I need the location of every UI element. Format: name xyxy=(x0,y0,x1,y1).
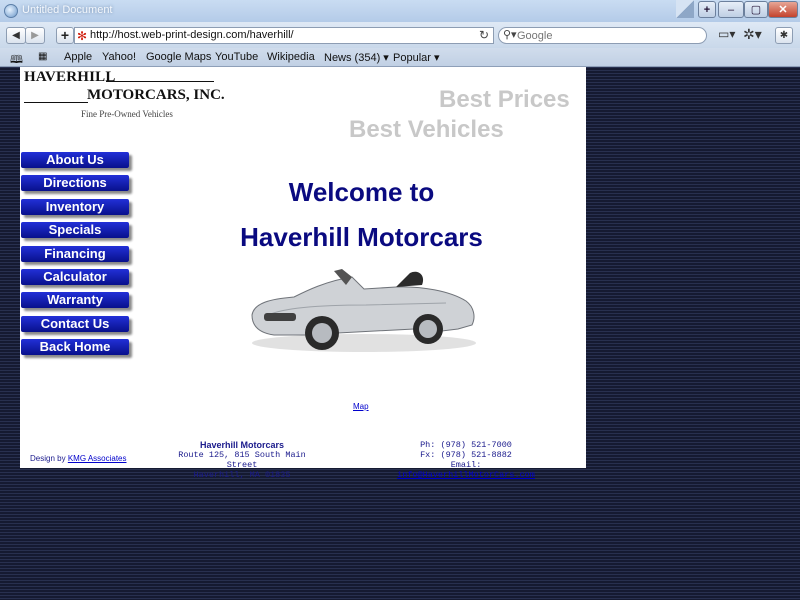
footer-design-credit: Design by KMG Associates xyxy=(30,454,127,463)
page-curl-icon[interactable] xyxy=(676,0,694,18)
nav-contact-us[interactable]: Contact Us xyxy=(21,316,129,332)
browser-toolbar: ◀ ▶ + ✻ http://host.web-print-design.com… xyxy=(0,22,800,48)
search-icon: ⚲▾ xyxy=(503,29,517,41)
design-credit-prefix: Design by xyxy=(30,454,66,463)
logo-line2: MOTORCARS, INC. xyxy=(87,87,225,103)
reload-icon[interactable]: ↻ xyxy=(479,28,489,42)
footer-email-label: Email: xyxy=(450,460,482,470)
bookmark-news[interactable]: News (354) ▾ xyxy=(324,51,389,64)
page-viewport: HAVERHILL MOTORCARS, INC. Fine Pre-Owned… xyxy=(0,67,800,600)
bookmarks-bar: 🕮 ▦ Apple Yahoo! Google Maps YouTube Wik… xyxy=(0,48,800,67)
bookmark-google-maps[interactable]: Google Maps xyxy=(146,51,211,63)
logo-line1: HAVERHILL xyxy=(24,69,116,85)
footer-fax: Fx: (978) 521-8882 xyxy=(420,450,512,460)
window-title: Untitled Document xyxy=(22,4,113,16)
settings-gear-icon[interactable]: ✲▾ xyxy=(743,26,762,43)
back-button[interactable]: ◀ xyxy=(6,27,26,44)
nav-warranty[interactable]: Warranty xyxy=(21,292,129,308)
bookmark-wikipedia[interactable]: Wikipedia xyxy=(267,51,315,63)
footer-city: Haverhill, MA 01835 xyxy=(193,470,291,480)
top-sites-icon[interactable]: ▦ xyxy=(38,51,47,62)
bookmark-apple[interactable]: Apple xyxy=(64,51,92,63)
forward-button[interactable]: ▶ xyxy=(25,27,45,44)
bookmark-popular[interactable]: Popular ▾ xyxy=(393,51,440,64)
footer-company-name: Haverhill Motorcars xyxy=(199,440,285,450)
nav-back-home[interactable]: Back Home xyxy=(21,339,129,355)
map-link[interactable]: Map xyxy=(353,402,369,411)
maximize-button[interactable]: ▢ xyxy=(744,1,768,18)
logo-tagline: Fine Pre-Owned Vehicles xyxy=(81,109,173,119)
nav-calculator[interactable]: Calculator xyxy=(21,269,129,285)
url-text[interactable]: http://host.web-print-design.com/haverhi… xyxy=(90,29,294,41)
logo-rule xyxy=(106,81,214,82)
site-content: HAVERHILL MOTORCARS, INC. Fine Pre-Owned… xyxy=(20,67,586,480)
add-bookmark-button[interactable]: + xyxy=(56,27,74,44)
slogan-best-prices: Best Prices xyxy=(439,86,570,113)
browser-app-icon xyxy=(4,4,18,18)
close-button[interactable]: ✕ xyxy=(768,1,798,18)
window-titlebar: Untitled Document + – ▢ ✕ xyxy=(0,0,800,23)
footer-street: Route 125, 815 South Main Street xyxy=(178,450,306,470)
welcome-heading-line1: Welcome to xyxy=(288,177,435,207)
footer-phone: Ph: (978) 521-7000 xyxy=(420,440,512,450)
logo-rule xyxy=(24,102,88,103)
designer-link[interactable]: KMG Associates xyxy=(68,454,127,463)
new-tab-button[interactable]: + xyxy=(698,1,716,18)
footer-email-link[interactable]: info@HaverhillMotorCars.com xyxy=(397,470,535,480)
bookmark-yahoo[interactable]: Yahoo! xyxy=(102,51,136,63)
nav-about-us[interactable]: About Us xyxy=(21,152,129,168)
minimize-button[interactable]: – xyxy=(718,1,744,18)
slogan-best-vehicles: Best Vehicles xyxy=(349,116,504,143)
car-image xyxy=(251,269,476,352)
footer-address: Haverhill Motorcars Route 125, 815 South… xyxy=(166,440,318,480)
page-menu-icon[interactable]: ▭▾ xyxy=(718,27,735,41)
bug-report-button[interactable]: ✱ xyxy=(775,27,793,44)
search-input[interactable] xyxy=(517,29,697,42)
footer-email-row: Email: info@HaverhillMotorCars.com xyxy=(386,460,546,480)
bookmark-youtube[interactable]: YouTube xyxy=(215,51,258,63)
site-favicon-icon: ✻ xyxy=(77,29,88,43)
address-bar[interactable]: ✻ http://host.web-print-design.com/haver… xyxy=(74,27,494,44)
search-box[interactable]: ⚲▾ xyxy=(498,27,707,44)
welcome-heading-line2: Haverhill Motorcars xyxy=(240,222,483,252)
footer-contact: Ph: (978) 521-7000 Fx: (978) 521-8882 Em… xyxy=(386,440,546,480)
